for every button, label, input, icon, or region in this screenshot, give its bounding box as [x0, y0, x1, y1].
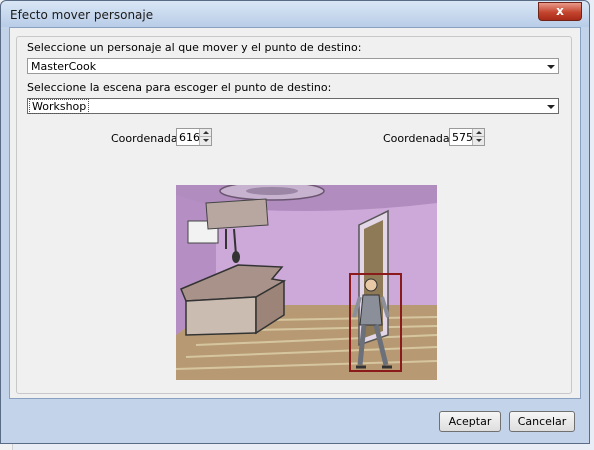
move-character-dialog: Efecto mover personaje x Seleccione un p…	[0, 0, 590, 444]
coord-x-value[interactable]: 616	[179, 131, 200, 144]
scene-preview[interactable]	[176, 185, 437, 380]
chevron-down-icon[interactable]	[547, 105, 555, 109]
dialog-client-area: Seleccione un personaje al que mover y e…	[9, 27, 581, 399]
close-icon: x	[556, 4, 564, 18]
hanging-pan	[232, 251, 240, 263]
spin-down-icon[interactable]	[473, 137, 484, 145]
title-bar[interactable]: Efecto mover personaje x	[1, 1, 589, 27]
chevron-down-icon[interactable]	[547, 65, 555, 69]
window-title: Efecto mover personaje	[10, 8, 154, 22]
workshop-scene-image[interactable]	[176, 185, 437, 380]
coord-y-spinner[interactable]: 575	[449, 128, 485, 146]
close-button[interactable]: x	[538, 2, 582, 21]
ceiling-lamp-inner	[246, 187, 298, 195]
coord-y-value[interactable]: 575	[452, 131, 473, 144]
hood	[205, 198, 269, 230]
settings-group: Seleccione un personaje al que mover y e…	[16, 36, 572, 394]
scene-select[interactable]: Workshop	[27, 98, 559, 114]
counter-front	[185, 296, 257, 336]
coord-y-spin-controls	[472, 129, 484, 145]
character-select-value: MasterCook	[31, 60, 97, 73]
spin-up-icon[interactable]	[473, 129, 484, 137]
coord-x-spin-controls	[199, 129, 211, 145]
cancel-button[interactable]: Cancelar	[509, 411, 575, 432]
scene-select-value: Workshop	[29, 99, 90, 114]
coord-x-spinner[interactable]: 616	[176, 128, 212, 146]
scene-label: Seleccione la escena para escoger el pun…	[27, 81, 332, 94]
character-select[interactable]: MasterCook	[27, 58, 559, 74]
spin-down-icon[interactable]	[200, 137, 211, 145]
character-label: Seleccione un personaje al que mover y e…	[27, 41, 362, 54]
accept-button[interactable]: Aceptar	[439, 411, 501, 432]
spin-up-icon[interactable]	[200, 129, 211, 137]
